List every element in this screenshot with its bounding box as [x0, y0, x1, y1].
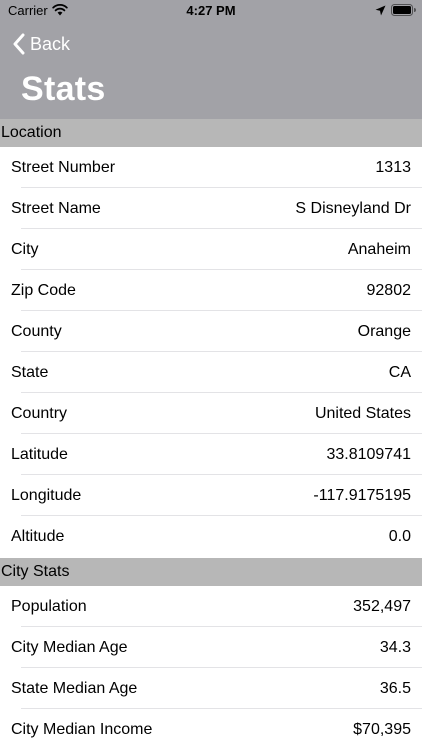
row-label: Altitude — [11, 528, 65, 545]
row-label: Street Number — [11, 159, 116, 176]
row-city: City Anaheim — [0, 229, 422, 270]
row-value: 1313 — [375, 159, 411, 176]
row-city-median-income: City Median Income $70,395 — [0, 709, 422, 750]
status-time: 4:27 PM — [186, 3, 236, 18]
row-label: Zip Code — [11, 282, 76, 299]
status-bar: Carrier 4:27 PM — [0, 0, 422, 22]
section-header-city-stats: City Stats — [0, 558, 422, 586]
row-value: 33.8109741 — [326, 446, 411, 463]
row-street-name: Street Name S Disneyland Dr — [0, 188, 422, 229]
section-header-location: Location — [0, 119, 422, 147]
row-label: State — [11, 364, 49, 381]
row-value: 0.0 — [388, 528, 411, 545]
row-value: Anaheim — [347, 241, 411, 258]
row-value: 36.5 — [379, 680, 411, 697]
row-state-median-age: State Median Age 36.5 — [0, 668, 422, 709]
back-button[interactable]: Back — [12, 31, 70, 57]
row-value: United States — [314, 405, 411, 422]
row-latitude: Latitude 33.8109741 — [0, 434, 422, 475]
row-label: Country — [11, 405, 68, 422]
navigation-header: Carrier 4:27 PM Back Stats — [0, 0, 422, 119]
back-label: Back — [30, 33, 71, 54]
row-label: Longitude — [11, 487, 82, 504]
row-label: Street Name — [11, 200, 101, 217]
row-altitude: Altitude 0.0 — [0, 516, 422, 557]
row-label: County — [11, 323, 62, 340]
row-value: -117.9175195 — [313, 487, 411, 504]
row-country: Country United States — [0, 393, 422, 434]
row-value: 92802 — [366, 282, 412, 299]
row-zip-code: Zip Code 92802 — [0, 270, 422, 311]
location-arrow-icon — [375, 5, 386, 16]
page-title: Stats — [21, 70, 106, 108]
row-city-median-age: City Median Age 34.3 — [0, 627, 422, 668]
row-value: S Disneyland Dr — [295, 200, 411, 217]
row-longitude: Longitude -117.9175195 — [0, 475, 422, 516]
row-value: CA — [388, 364, 411, 381]
row-label: State Median Age — [11, 680, 138, 697]
row-population: Population 352,497 — [0, 586, 422, 627]
row-label: City Median Age — [11, 639, 128, 656]
row-label: Population — [11, 598, 87, 615]
row-county: County Orange — [0, 311, 422, 352]
row-street-number: Street Number 1313 — [0, 147, 422, 188]
chevron-left-icon — [13, 33, 25, 55]
row-label: City — [11, 241, 39, 258]
row-label: City Median Income — [11, 721, 153, 738]
row-label: Latitude — [11, 446, 68, 463]
row-value: 34.3 — [379, 639, 411, 656]
battery-icon — [391, 4, 416, 16]
row-state: State CA — [0, 352, 422, 393]
row-value: $70,395 — [353, 721, 411, 738]
row-value: 352,497 — [353, 598, 411, 615]
row-value: Orange — [357, 323, 411, 340]
